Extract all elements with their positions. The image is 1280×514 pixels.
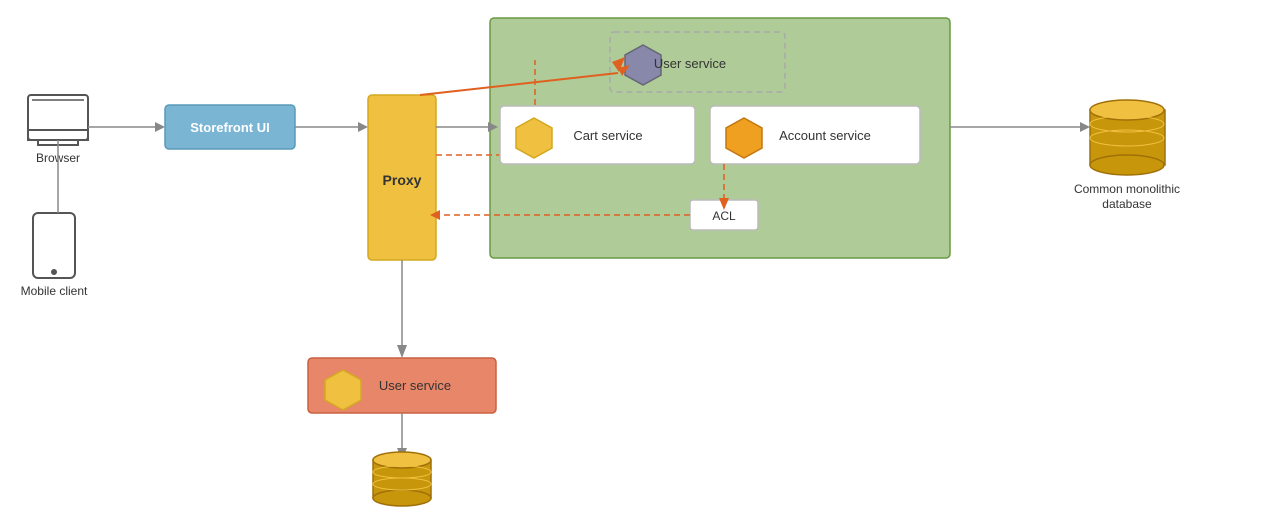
account-service-label: Account service [779,128,871,143]
mobile-button [51,269,57,275]
user-service-top-label: User service [654,56,726,71]
mobile-outline [33,213,75,278]
mobile-label: Mobile client [21,284,88,298]
db-right-label2: database [1102,197,1152,211]
acl-label: ACL [712,209,736,223]
diagram-container: Browser Mobile client Storefront UI Prox… [0,0,1280,514]
browser-screen [28,95,88,140]
cart-service-label: Cart service [573,128,642,143]
browser-sf-arrow [155,122,165,132]
proxy-down-arrow [397,345,407,358]
storefront-label: Storefront UI [190,120,269,135]
db-right-label1: Common monolithic [1074,182,1180,196]
db-right-top [1090,100,1164,120]
sf-proxy-arrow [358,122,368,132]
proxy-label: Proxy [383,172,422,188]
green-db-arrow [1080,122,1090,132]
db-bottom-bottom [373,490,431,506]
db-right-bottom [1090,155,1164,175]
browser-base1 [28,130,88,140]
user-service-bottom-label: User service [379,378,451,393]
